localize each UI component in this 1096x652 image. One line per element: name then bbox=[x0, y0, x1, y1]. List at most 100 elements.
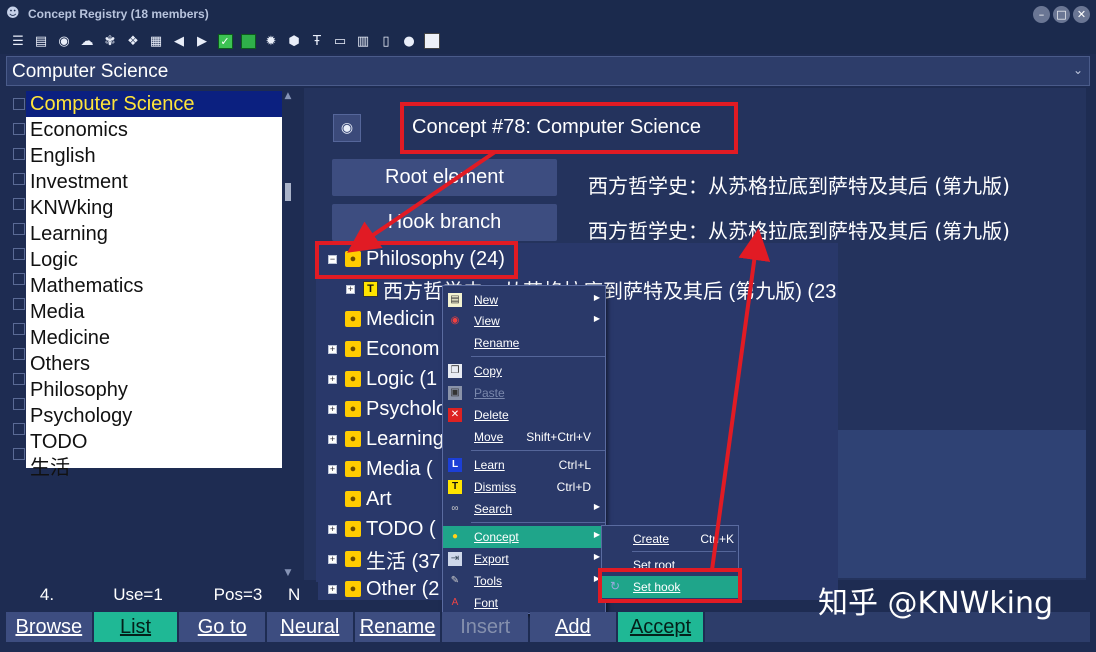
checkbox[interactable] bbox=[13, 398, 25, 410]
tree-row[interactable]: + ● Logic (1 bbox=[328, 364, 437, 394]
checkbox[interactable] bbox=[13, 323, 25, 335]
menu-item-export[interactable]: ⇥ Export ▶ bbox=[443, 548, 605, 570]
doc2-icon[interactable]: ▥ bbox=[353, 31, 373, 51]
list-item[interactable]: English bbox=[26, 143, 282, 169]
blank-icon[interactable] bbox=[422, 31, 442, 51]
page-icon[interactable]: ▯ bbox=[376, 31, 396, 51]
list-item[interactable]: Others bbox=[26, 351, 282, 377]
rename-button[interactable]: Rename bbox=[354, 612, 441, 642]
brain-icon[interactable]: ✾ bbox=[100, 31, 120, 51]
list-item[interactable]: Media bbox=[26, 299, 282, 325]
menu-item-copy[interactable]: ❐ Copy bbox=[443, 360, 605, 382]
expand-icon[interactable]: + bbox=[328, 524, 337, 534]
accept-button[interactable]: Accept bbox=[617, 612, 704, 642]
scroll-thumb[interactable] bbox=[285, 183, 291, 201]
expand-icon[interactable]: + bbox=[346, 284, 355, 294]
browse-button[interactable]: Browse bbox=[6, 612, 92, 642]
list-icon[interactable]: ☰ bbox=[8, 31, 28, 51]
menu-item-move[interactable]: Move Shift+Ctrl+V bbox=[443, 426, 605, 448]
doc-icon[interactable]: ▭ bbox=[330, 31, 350, 51]
tree-row[interactable]: + ● Other (2 bbox=[328, 574, 439, 600]
list-item[interactable]: Psychology bbox=[26, 403, 282, 429]
list-item[interactable]: Computer Science bbox=[26, 91, 282, 117]
expand-icon[interactable]: + bbox=[328, 344, 337, 354]
vertical-scrollbar[interactable]: ▲ ▼ bbox=[283, 91, 293, 578]
expand-icon[interactable]: + bbox=[328, 404, 337, 414]
brain2-icon[interactable]: ✹ bbox=[261, 31, 281, 51]
category-combobox[interactable]: Computer Science ⌄ bbox=[6, 56, 1090, 86]
list-item[interactable]: 生活 bbox=[26, 455, 282, 481]
menu-item-create[interactable]: Create Ctrl+K bbox=[602, 528, 738, 550]
menu-item-tools[interactable]: ✎ Tools ▶ bbox=[443, 570, 605, 592]
list-item[interactable]: TODO bbox=[26, 429, 282, 455]
view-eye-button[interactable]: ◉ bbox=[333, 114, 361, 142]
globe-icon[interactable]: ◉ bbox=[54, 31, 74, 51]
checkbox[interactable] bbox=[13, 198, 25, 210]
tree-row[interactable]: + ● 生活 (37 bbox=[328, 544, 440, 574]
close-button[interactable]: ✕ bbox=[1073, 6, 1090, 23]
list-item[interactable]: Medicine bbox=[26, 325, 282, 351]
expand-icon[interactable]: + bbox=[328, 374, 337, 384]
tree-row[interactable]: + ● TODO ( bbox=[328, 514, 436, 544]
scroll-up-icon[interactable]: ▲ bbox=[283, 91, 293, 101]
list-item[interactable]: Logic bbox=[26, 247, 282, 273]
tree-row[interactable]: + ● Media ( bbox=[328, 454, 433, 484]
text-icon[interactable]: Ŧ bbox=[307, 31, 327, 51]
tree-row[interactable]: + ● Econom bbox=[328, 334, 439, 364]
cloud-icon[interactable]: ☁ bbox=[77, 31, 97, 51]
green-square-icon[interactable] bbox=[238, 31, 258, 51]
checkbox[interactable] bbox=[13, 248, 25, 260]
checkbox[interactable] bbox=[13, 298, 25, 310]
goto-button[interactable]: Go to bbox=[179, 612, 266, 642]
checkbox[interactable] bbox=[13, 348, 25, 360]
hook-branch-button[interactable]: Hook branch bbox=[332, 204, 557, 241]
menu-item-dismiss[interactable]: T Dismiss Ctrl+D bbox=[443, 476, 605, 498]
expand-icon[interactable]: + bbox=[328, 464, 337, 474]
checkbox[interactable] bbox=[13, 173, 25, 185]
checkbox[interactable] bbox=[13, 148, 25, 160]
checkbox[interactable] bbox=[13, 123, 25, 135]
menu-item-rename[interactable]: Rename bbox=[443, 332, 605, 354]
checkbox[interactable] bbox=[13, 273, 25, 285]
neural-button[interactable]: Neural bbox=[267, 612, 353, 642]
left-arrow-icon[interactable]: ◀ bbox=[169, 31, 189, 51]
data-icon[interactable]: ▦ bbox=[146, 31, 166, 51]
cloud2-icon[interactable]: ● bbox=[399, 31, 419, 51]
list-item[interactable]: Mathematics bbox=[26, 273, 282, 299]
tree-row[interactable]: + ● Psycholo bbox=[328, 394, 447, 424]
checkbox[interactable] bbox=[13, 373, 25, 385]
menu-item-new[interactable]: ▤ New ▶ bbox=[443, 289, 605, 311]
checkbox[interactable] bbox=[13, 423, 25, 435]
list-item[interactable]: Investment bbox=[26, 169, 282, 195]
right-arrow-icon[interactable]: ▶ bbox=[192, 31, 212, 51]
menu-item-delete[interactable]: ✕ Delete bbox=[443, 404, 605, 426]
menu-item-search[interactable]: ∞ Search ▶ bbox=[443, 498, 605, 520]
network-icon[interactable]: ❖ bbox=[123, 31, 143, 51]
menu-item-learn[interactable]: L Learn Ctrl+L bbox=[443, 454, 605, 476]
tree-row[interactable]: ● Art bbox=[328, 484, 392, 514]
tree-row[interactable]: ● Medicin bbox=[328, 304, 435, 334]
checkbox[interactable] bbox=[13, 223, 25, 235]
scroll-down-icon[interactable]: ▼ bbox=[283, 568, 293, 578]
maximize-button[interactable]: □ bbox=[1053, 6, 1070, 23]
list-item[interactable]: KNWking bbox=[26, 195, 282, 221]
checkbox-icon[interactable]: ✓ bbox=[215, 31, 235, 51]
menu-item-view[interactable]: ◉ View ▶ bbox=[443, 310, 605, 332]
root-element-button[interactable]: Root element bbox=[332, 159, 557, 196]
checkbox[interactable] bbox=[13, 98, 25, 110]
list-button[interactable]: List bbox=[93, 612, 178, 642]
list-item[interactable]: Economics bbox=[26, 117, 282, 143]
checkbox[interactable] bbox=[13, 448, 25, 460]
add-button[interactable]: Add bbox=[530, 612, 616, 642]
list-item[interactable]: Learning bbox=[26, 221, 282, 247]
tree-row[interactable]: + ● Learning bbox=[328, 424, 444, 454]
expand-icon[interactable]: + bbox=[328, 554, 337, 564]
menu-item-concept[interactable]: ● Concept ▶ bbox=[443, 526, 605, 548]
chevron-down-icon[interactable]: ⌄ bbox=[1073, 63, 1083, 77]
expand-icon[interactable]: + bbox=[328, 434, 337, 444]
cube-icon[interactable]: ⬢ bbox=[284, 31, 304, 51]
list-item[interactable]: Philosophy bbox=[26, 377, 282, 403]
list2-icon[interactable]: ▤ bbox=[31, 31, 51, 51]
minimize-button[interactable]: – bbox=[1033, 6, 1050, 23]
expand-icon[interactable]: + bbox=[328, 584, 337, 594]
